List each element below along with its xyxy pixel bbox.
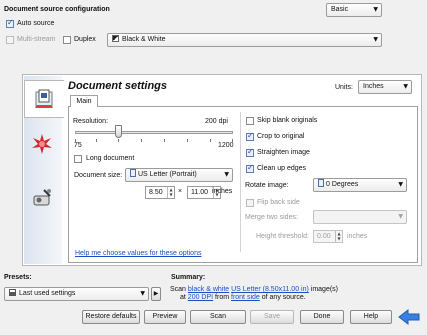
color-mode-select[interactable]: Black & White ▼ — [107, 33, 382, 47]
tab-main[interactable]: Main — [70, 95, 98, 107]
long-document-label: Long document — [86, 155, 135, 162]
resolution-slider-track[interactable] — [75, 131, 233, 134]
scanner-settings-icon — [33, 189, 51, 206]
document-size-label: Document size: — [74, 172, 123, 179]
crop-checkbox[interactable] — [246, 131, 254, 141]
resolution-value: 200 dpi — [205, 118, 228, 125]
duplex-label: Duplex — [74, 36, 96, 43]
height-threshold-unit: inches — [347, 233, 368, 240]
resolution-ticks — [75, 139, 233, 142]
chevron-down-icon: ▼ — [373, 6, 378, 13]
black-white-icon — [112, 35, 119, 42]
duplex-checkbox[interactable] — [63, 36, 71, 44]
flip-back-label: Flip back side — [257, 199, 300, 206]
merge-label: Merge two sides: — [245, 214, 298, 221]
rotate-select[interactable]: 0 Degrees ▼ — [313, 178, 407, 192]
page-icon — [318, 179, 324, 187]
multistream-label: Multi-stream — [17, 36, 56, 43]
summary-at: at — [180, 294, 186, 301]
chevron-down-icon: ▼ — [398, 181, 403, 188]
help-button[interactable]: Help — [350, 310, 392, 324]
crop-label: Crop to original — [257, 133, 305, 140]
long-document-checkbox[interactable] — [74, 155, 82, 163]
chevron-down-icon: ▼ — [140, 290, 145, 297]
resolution-min: 75 — [74, 142, 82, 149]
skip-blank-checkbox[interactable] — [246, 117, 254, 125]
summary-color-link[interactable]: black & white — [188, 286, 229, 293]
summary-scan: Scan — [170, 286, 186, 293]
clean-edges-label: Clean up edges — [257, 165, 307, 172]
document-size-select[interactable]: US Letter (Portrait) ▼ — [125, 168, 233, 182]
units-value: Inches — [363, 83, 384, 90]
spin-arrows-icon[interactable]: ▲ ▼ — [335, 231, 342, 242]
units-label: Units: — [335, 84, 353, 91]
tab-device-settings[interactable] — [24, 180, 62, 216]
presets-value: Last used settings — [19, 290, 76, 297]
summary-from: from — [215, 294, 230, 301]
chevron-down-icon: ▼ — [224, 171, 229, 178]
auto-source-checkbox[interactable] — [6, 18, 14, 28]
resolution-slider-thumb[interactable] — [115, 125, 122, 138]
spin-arrows-icon[interactable]: ▲ ▼ — [167, 187, 174, 198]
presets-label: Presets: — [4, 274, 32, 281]
flip-back-checkbox[interactable] — [246, 199, 254, 207]
summary-dpi-link[interactable]: 200 DPI — [188, 294, 213, 301]
tab-document-settings[interactable] — [24, 80, 64, 118]
mode-select[interactable]: Basic ▼ — [326, 3, 382, 17]
straighten-label: Straighten image — [257, 149, 310, 156]
summary-label: Summary: — [171, 274, 206, 281]
back-arrow-icon[interactable] — [397, 307, 421, 327]
units-select[interactable]: Inches ▼ — [358, 80, 412, 94]
summary-line-1: Scan black & white US Letter (8.50x11.00… — [170, 286, 338, 293]
done-button[interactable]: Done — [300, 310, 344, 324]
height-threshold-label: Height threshold: — [256, 233, 309, 240]
document-size-value: US Letter (Portrait) — [138, 171, 197, 178]
skip-blank-label: Skip blank originals — [257, 117, 318, 124]
rotate-label: Rotate image: — [245, 182, 289, 189]
save-button[interactable]: Save — [250, 310, 294, 324]
presets-menu-button[interactable]: ▶ — [151, 287, 161, 301]
document-size-unit: inches — [212, 188, 233, 195]
multistream-checkbox[interactable] — [6, 36, 14, 44]
preview-button[interactable]: Preview — [144, 310, 186, 324]
clean-edges-checkbox[interactable] — [246, 163, 254, 173]
mode-select-value: Basic — [331, 6, 349, 13]
summary-size-link[interactable]: US Letter (8.50x11.00 in) — [231, 286, 309, 293]
source-config-title: Document source configuration — [4, 6, 110, 13]
document-settings-icon — [35, 89, 53, 108]
straighten-checkbox[interactable] — [246, 147, 254, 157]
document-height-value: 11.00 — [191, 189, 208, 196]
play-arrow-icon: ▶ — [153, 290, 159, 297]
summary-tail: of any source. — [261, 294, 306, 301]
document-settings-title: Document settings — [68, 80, 168, 92]
chevron-down-icon: ▼ — [373, 36, 378, 43]
chevron-down-icon: ▼ — [403, 83, 408, 90]
summary-line-2: at 200 DPI from front side of any source… — [180, 294, 306, 301]
restore-defaults-button[interactable]: Restore defaults — [82, 310, 140, 324]
resolution-max: 1200 — [218, 142, 234, 149]
presets-select[interactable]: Last used settings ▼ — [4, 287, 149, 301]
auto-source-label: Auto source — [17, 20, 55, 27]
summary-side-link[interactable]: front side — [231, 294, 260, 301]
summary-image-suffix: image(s) — [310, 286, 339, 293]
height-threshold-input[interactable]: 0.00 ▲ ▼ — [313, 230, 343, 243]
times-symbol: × — [178, 188, 183, 195]
column-divider — [240, 112, 241, 252]
resolution-label: Resolution: — [73, 118, 109, 125]
page-icon — [130, 169, 136, 177]
rotate-value: 0 Degrees — [326, 181, 359, 188]
document-width-value: 8.50 — [149, 189, 163, 196]
tab-main-label: Main — [76, 98, 92, 105]
chevron-down-icon: ▼ — [398, 213, 403, 220]
height-threshold-value: 0.00 — [317, 233, 331, 240]
scan-button[interactable]: Scan — [190, 310, 246, 324]
color-mode-value: Black & White — [122, 36, 166, 43]
star-burst-icon — [32, 134, 52, 154]
document-width-input[interactable]: 8.50 ▲ ▼ — [145, 186, 175, 199]
merge-select[interactable]: ▼ — [313, 210, 407, 224]
help-choose-link[interactable]: Help me choose values for these options — [75, 250, 201, 257]
tab-image-processing[interactable] — [24, 126, 62, 162]
scanner-icon — [9, 289, 16, 296]
